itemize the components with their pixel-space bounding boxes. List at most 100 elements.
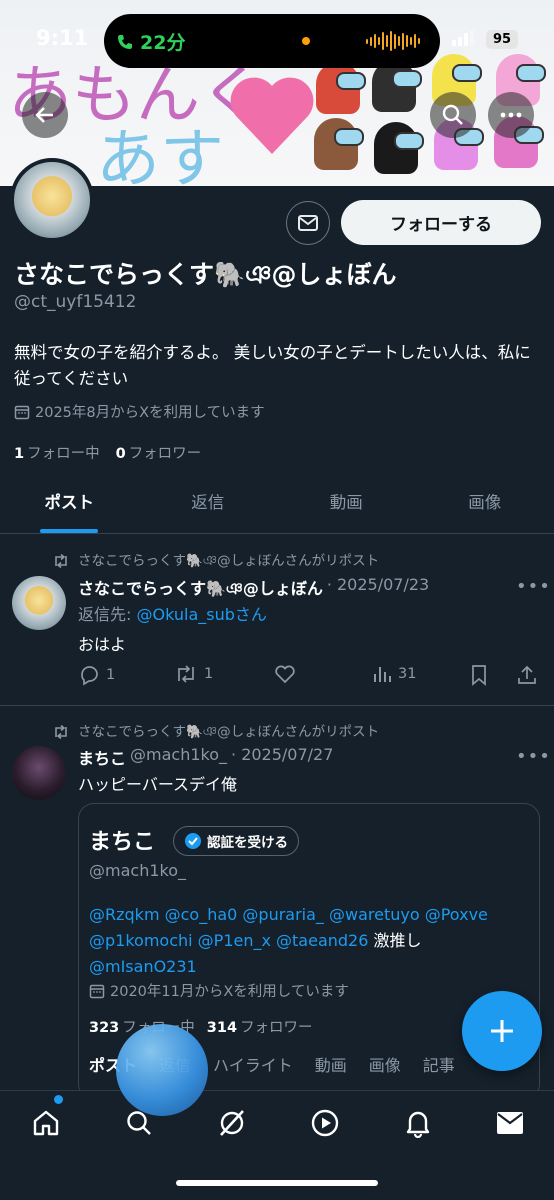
- joined-text: 2025年8月からXを利用しています: [35, 405, 265, 421]
- repost-indicator[interactable]: さなこでらっくす🐘ঞ@しょぼんさんがリポスト: [52, 720, 379, 744]
- card-tab: ハイライト: [213, 1056, 293, 1075]
- card-handle: @mach1ko_: [89, 861, 186, 880]
- post-avatar[interactable]: [12, 576, 66, 630]
- reply-icon: [81, 666, 98, 686]
- search-icon: [442, 104, 463, 125]
- dynamic-island[interactable]: 22分: [104, 14, 440, 68]
- reply-to-handle[interactable]: @Okula_sub: [137, 605, 235, 624]
- like-button[interactable]: [274, 664, 296, 684]
- following-link[interactable]: 1 フォロー中: [14, 442, 100, 463]
- plus-icon: [491, 1020, 513, 1042]
- heart-icon: [230, 77, 314, 154]
- card-tab: 画像: [368, 1056, 401, 1075]
- nav-notifications[interactable]: [400, 1105, 436, 1141]
- post-date[interactable]: · 2025/07/27: [231, 745, 333, 769]
- reply-button[interactable]: 1: [78, 664, 115, 686]
- share-icon: [518, 665, 536, 684]
- analytics-icon: [374, 667, 391, 682]
- follow-stats: 1 フォロー中 0 フォロワー: [14, 442, 201, 463]
- phone-icon: [118, 34, 132, 49]
- nav-grok[interactable]: [214, 1105, 250, 1141]
- profile-tabs: ポスト 返信 動画 画像: [0, 478, 554, 534]
- calendar-icon: [89, 984, 105, 998]
- post-more-button[interactable]: •••: [516, 576, 551, 597]
- profile-joined: 2025年8月からXを利用しています: [14, 401, 265, 422]
- home-notification-dot: [54, 1095, 63, 1104]
- post-author-name[interactable]: さなこでらっくす🐘ঞ@しょぼん: [78, 575, 323, 603]
- crewmate-bear: [314, 118, 364, 170]
- profile-bio: 無料で女の子を紹介するよ。 美しい女の子とデートしたい人は、私に従ってください: [14, 343, 531, 388]
- bookmark-icon: [472, 665, 486, 686]
- bookmark-button[interactable]: [470, 664, 488, 686]
- tab-images[interactable]: 画像: [416, 478, 554, 533]
- tab-replies[interactable]: 返信: [139, 478, 278, 533]
- reply-to: 返信先: @Okula_subさん: [78, 605, 267, 624]
- banner-art-text-2: あす: [96, 123, 224, 186]
- heart-outline-icon: [275, 665, 295, 684]
- repost-indicator[interactable]: さなこでらっくす🐘ঞ@しょぼんさんがリポスト: [52, 549, 379, 573]
- notifications-icon: [406, 1111, 430, 1138]
- crewmate-black-2: [374, 122, 424, 174]
- post-text: ハッピーバースデイ俺: [78, 775, 238, 794]
- card-joined: 2020年11月からXを利用しています: [89, 980, 349, 1001]
- post-more-button[interactable]: •••: [516, 746, 551, 767]
- nav-messages[interactable]: [492, 1105, 528, 1141]
- card-tab: 記事: [422, 1056, 455, 1075]
- clock: 9:11: [36, 26, 89, 50]
- card-tab: 動画: [314, 1056, 347, 1075]
- nav-home[interactable]: [28, 1105, 64, 1141]
- follow-button[interactable]: フォローする: [341, 200, 541, 245]
- home-indicator: [176, 1180, 378, 1186]
- get-verified-button[interactable]: 認証を受ける: [173, 826, 299, 856]
- mic-indicator-dot: [302, 37, 310, 45]
- post-divider: [0, 705, 554, 706]
- more-icon: [500, 112, 522, 118]
- more-button[interactable]: [488, 92, 534, 138]
- card-bio-mention[interactable]: @mIsanO231: [89, 957, 197, 976]
- back-arrow-icon: [35, 107, 53, 123]
- floating-bubble[interactable]: [116, 1024, 208, 1116]
- video-icon: [311, 1109, 339, 1137]
- signal-icon: [452, 30, 474, 46]
- post-header: まちこ @mach1ko_ · 2025/07/27: [78, 745, 333, 769]
- status-bar: 9:11 22分 95: [0, 0, 554, 70]
- card-bio: @Rzqkm @co_ha0 @puraria_ @waretuyo @Poxv…: [89, 902, 529, 980]
- card-display-name: まちこ: [89, 830, 156, 855]
- mail-icon: [298, 215, 318, 231]
- home-icon: [33, 1110, 59, 1136]
- messages-icon: [497, 1112, 523, 1134]
- views-button[interactable]: 31: [372, 664, 416, 684]
- post-text: おはよ: [78, 635, 127, 654]
- post-header: さなこでらっくす🐘ঞ@しょぼん · 2025/07/23: [78, 575, 429, 603]
- profile-avatar[interactable]: [10, 158, 94, 242]
- card-followers: 314 フォロワー: [206, 1020, 313, 1036]
- card-follow-stats: 323フォロー中 314フォロワー: [89, 1016, 313, 1037]
- post-date[interactable]: · 2025/07/23: [327, 575, 429, 603]
- grok-icon: [220, 1110, 244, 1136]
- post-author-handle[interactable]: @mach1ko_: [130, 745, 227, 769]
- tab-posts[interactable]: ポスト: [0, 478, 139, 533]
- card-bio-text: 激推し: [373, 931, 422, 950]
- followers-link[interactable]: 0 フォロワー: [116, 442, 202, 463]
- post-avatar[interactable]: [12, 746, 66, 800]
- search-button[interactable]: [430, 92, 476, 138]
- back-button[interactable]: [22, 92, 68, 138]
- share-button[interactable]: [516, 664, 538, 686]
- compose-button[interactable]: [462, 991, 542, 1071]
- verified-badge-icon: [185, 833, 201, 849]
- calendar-icon: [14, 405, 30, 419]
- repost-button[interactable]: 1: [174, 664, 213, 684]
- repost-icon: [55, 554, 67, 568]
- repost-icon: [178, 665, 194, 683]
- battery-indicator: 95: [486, 30, 518, 49]
- call-indicator: 22分: [116, 28, 185, 55]
- message-button[interactable]: [286, 201, 330, 245]
- post-author-name[interactable]: まちこ: [78, 745, 126, 769]
- profile-handle: @ct_uyf15412: [14, 292, 137, 312]
- repost-icon: [55, 725, 67, 739]
- audio-waveform-icon: [366, 30, 422, 52]
- tab-videos[interactable]: 動画: [277, 478, 416, 533]
- call-duration: 22分: [140, 32, 186, 54]
- card-bio-mentions[interactable]: @Rzqkm @co_ha0 @puraria_ @waretuyo @Poxv…: [89, 905, 488, 950]
- nav-video[interactable]: [307, 1105, 343, 1141]
